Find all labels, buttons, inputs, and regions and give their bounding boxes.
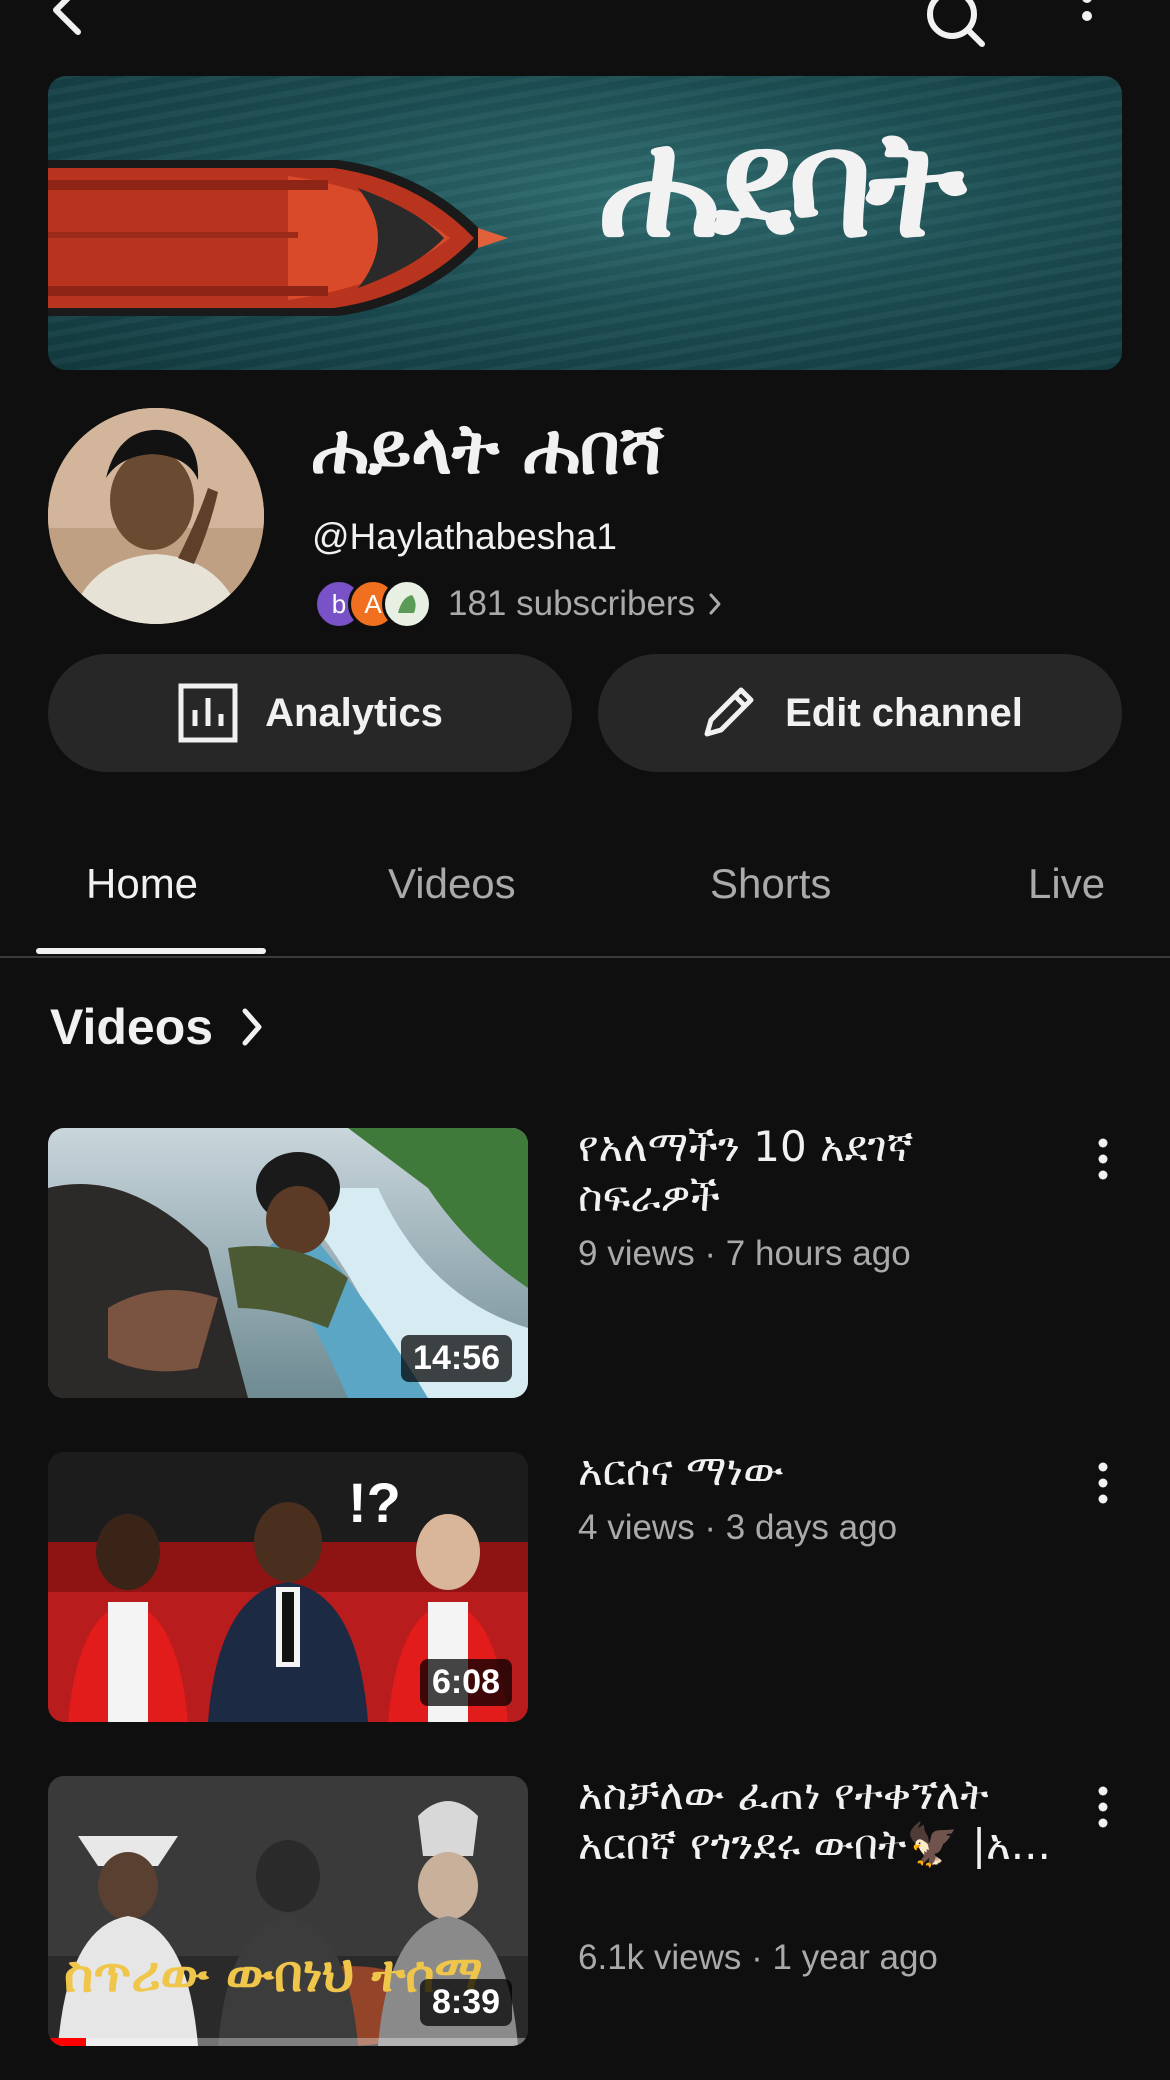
edit-channel-button[interactable]: Edit channel <box>598 654 1122 772</box>
more-vert-icon[interactable] <box>1088 1136 1118 1182</box>
video-duration: 6:08 <box>419 1659 512 1706</box>
video-duration: 14:56 <box>401 1335 512 1382</box>
more-vert-icon[interactable] <box>1088 1460 1118 1506</box>
videos-section-header[interactable]: Videos <box>50 998 265 1056</box>
channel-avatar[interactable] <box>48 408 264 624</box>
video-item[interactable]: ስጥሪው ውበነህ ተሰማ 8:39 አስቻለው ፈጠነ የተቀኘለት አርበኛ… <box>48 1770 1122 2046</box>
video-meta: 9 views · 7 hours ago <box>578 1234 911 1273</box>
video-title[interactable]: አርሰና ማነው <box>578 1446 1048 1496</box>
section-title: Videos <box>50 999 214 1055</box>
tab-videos[interactable]: Videos <box>388 860 516 908</box>
subscribers-row[interactable]: b A 181 subscribers <box>314 578 725 630</box>
video-title[interactable]: የአለማችን 10 አደገኛ ስፍራዎች <box>578 1122 1048 1222</box>
edit-channel-label: Edit channel <box>785 690 1023 735</box>
analytics-label: Analytics <box>265 690 443 735</box>
analytics-icon <box>178 683 238 743</box>
more-vert-icon[interactable] <box>1088 1784 1118 1830</box>
watch-progress-fill <box>48 2038 87 2046</box>
subscriber-avatar <box>382 579 432 629</box>
video-meta: 6.1k views · 1 year ago <box>578 1938 938 1977</box>
channel-banner: ሐደባት <box>48 76 1122 370</box>
channel-handle: @Haylathabesha1 <box>312 516 617 557</box>
analytics-button[interactable]: Analytics <box>48 654 572 772</box>
video-item[interactable]: !? 6:08 አርሰና ማነው 4 views · 3 days ago <box>48 1446 1122 1722</box>
more-vert-icon[interactable] <box>1070 0 1104 48</box>
video-duration: 8:39 <box>419 1979 512 2026</box>
subscriber-count: 181 subscribers <box>448 584 696 623</box>
video-item[interactable]: 14:56 የአለማችን 10 አደገኛ ስፍራዎች 9 views · 7 h… <box>48 1122 1122 1398</box>
tab-live[interactable]: Live <box>1028 860 1105 908</box>
pencil-icon <box>704 687 754 737</box>
active-tab-indicator <box>36 948 266 954</box>
video-title[interactable]: አስቻለው ፈጠነ የተቀኘለት አርበኛ የጎንደሩ ውበት🦅 |አ... <box>578 1770 1058 1870</box>
search-icon[interactable] <box>918 0 988 50</box>
tab-shorts[interactable]: Shorts <box>710 860 831 908</box>
svg-text:!?: !? <box>348 1471 401 1534</box>
chevron-right-icon <box>709 593 721 615</box>
watch-progress-bar <box>48 2038 528 2046</box>
boat-illustration <box>48 160 508 316</box>
chevron-right-icon <box>242 1008 262 1046</box>
video-thumbnail[interactable]: ስጥሪው ውበነህ ተሰማ 8:39 <box>48 1776 528 2046</box>
channel-tabs: Home Videos Shorts Live <box>0 820 1170 958</box>
back-arrow-icon[interactable] <box>44 0 104 42</box>
tab-home[interactable]: Home <box>86 860 198 908</box>
video-thumbnail[interactable]: !? 6:08 <box>48 1452 528 1722</box>
video-thumbnail[interactable]: 14:56 <box>48 1128 528 1398</box>
banner-title: ሐደባት <box>600 98 966 270</box>
video-meta: 4 views · 3 days ago <box>578 1508 898 1547</box>
top-bar <box>0 0 1170 60</box>
channel-name: ሐይላት ሐበሻ <box>312 408 664 490</box>
